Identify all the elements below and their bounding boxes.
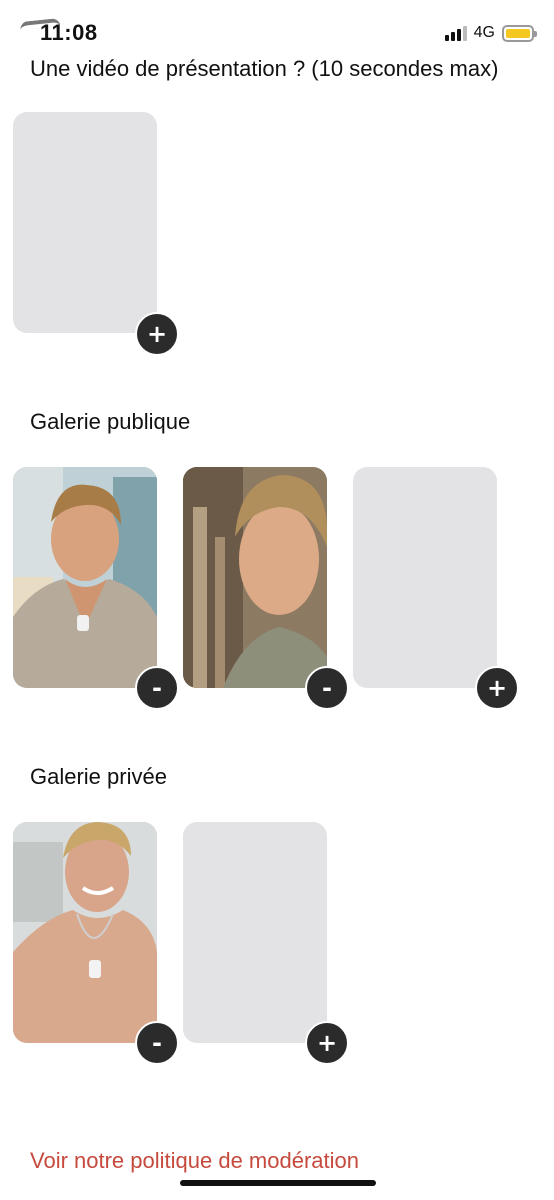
public-empty-slot[interactable] bbox=[353, 467, 497, 688]
portrait-photo bbox=[13, 822, 157, 1043]
signal-icon bbox=[444, 25, 467, 41]
battery-icon bbox=[502, 24, 537, 42]
photo-gallery-screen: 11:08 4G Une vidéo de présentation ? (10… bbox=[0, 0, 554, 1200]
add-video-button[interactable]: + bbox=[135, 312, 179, 356]
private-gallery-title: Galerie privée bbox=[30, 764, 167, 789]
private-photo-1[interactable] bbox=[13, 822, 157, 1043]
network-label: 4G bbox=[473, 24, 495, 41]
status-bar: 11:08 4G bbox=[0, 0, 554, 60]
add-public-photo-button[interactable]: + bbox=[475, 666, 519, 710]
add-private-photo-button[interactable]: + bbox=[305, 1021, 349, 1065]
video-slot[interactable] bbox=[13, 112, 157, 333]
video-section-title: Une vidéo de présentation ? (10 secondes… bbox=[30, 56, 499, 81]
home-indicator[interactable] bbox=[180, 1180, 376, 1186]
remove-private-photo-1-button[interactable]: - bbox=[135, 1021, 179, 1065]
portrait-photo bbox=[183, 467, 327, 688]
status-icons: 4G bbox=[444, 24, 537, 42]
status-time: 11:08 bbox=[40, 20, 98, 45]
remove-public-photo-1-button[interactable]: - bbox=[135, 666, 179, 710]
public-photo-1[interactable] bbox=[13, 467, 157, 688]
public-gallery-title: Galerie publique bbox=[30, 409, 191, 434]
remove-public-photo-2-button[interactable]: - bbox=[305, 666, 349, 710]
public-photo-2[interactable] bbox=[183, 467, 327, 688]
portrait-photo bbox=[13, 467, 157, 688]
private-empty-slot[interactable] bbox=[183, 822, 327, 1043]
moderation-policy-link[interactable]: Voir notre politique de modération bbox=[30, 1148, 359, 1174]
